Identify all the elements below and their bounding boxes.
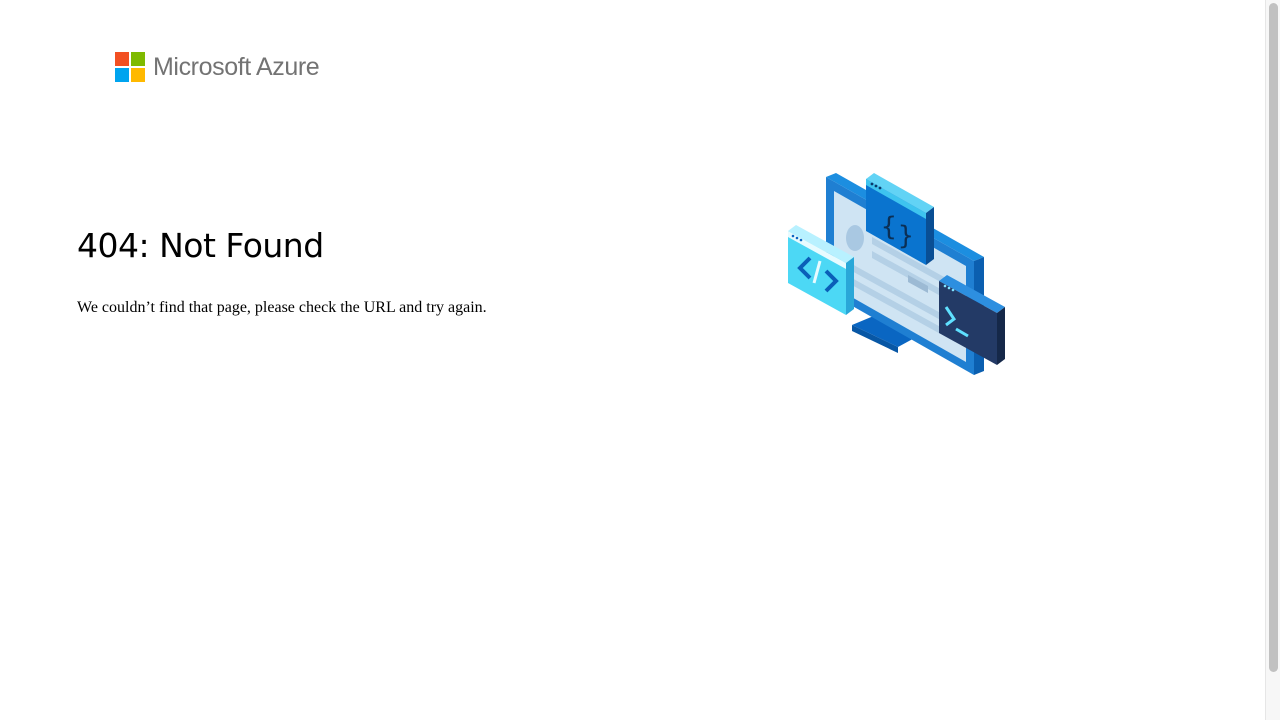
scrollbar-thumb[interactable] [1269, 3, 1278, 672]
page-title: 404: Not Found [77, 226, 324, 265]
svg-text:}: } [898, 221, 914, 251]
svg-text:{: { [881, 212, 897, 242]
microsoft-logo-icon [115, 52, 145, 82]
vertical-scrollbar[interactable] [1265, 0, 1280, 720]
developer-code-windows-illustration-icon: { } [788, 173, 1005, 375]
logo-text: Microsoft Azure [153, 53, 320, 81]
microsoft-azure-logo[interactable]: Microsoft Azure [115, 52, 320, 82]
error-message: We couldn’t find that page, please check… [77, 299, 487, 316]
